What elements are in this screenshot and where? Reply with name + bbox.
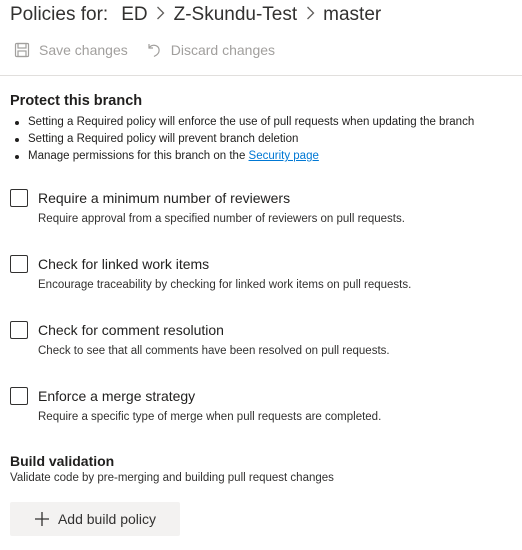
bullet-item: Manage permissions for this branch on th… — [10, 148, 474, 165]
save-changes-label: Save changes — [39, 42, 128, 58]
plus-icon — [34, 512, 49, 526]
bullet-text: Setting a Required policy will prevent b… — [28, 133, 299, 145]
bullet-item: Setting a Required policy will prevent b… — [10, 131, 474, 148]
discard-changes-label: Discard changes — [170, 42, 276, 58]
build-validation-heading: Build validation — [10, 453, 115, 469]
policy-description: Encourage traceability by checking for l… — [38, 279, 412, 291]
bullet-text: Setting a Required policy will enforce t… — [28, 116, 475, 128]
toolbar: Save changes Discard changes — [14, 42, 293, 58]
bullet-text: Manage permissions for this branch on th… — [28, 150, 249, 162]
policy-min-reviewers: Require a minimum number of reviewers Re… — [10, 187, 510, 225]
breadcrumb-project[interactable]: ED — [121, 4, 147, 26]
save-icon — [14, 42, 30, 58]
security-page-link[interactable]: Security page — [249, 150, 319, 162]
policy-checkbox[interactable] — [10, 255, 28, 273]
policy-label[interactable]: Require a minimum number of reviewers — [38, 190, 290, 206]
policy-label[interactable]: Check for linked work items — [38, 256, 209, 272]
protect-branch-bullets: Setting a Required policy will enforce t… — [10, 114, 474, 165]
build-validation-description: Validate code by pre-merging and buildin… — [10, 472, 334, 484]
add-build-policy-button[interactable]: Add build policy — [10, 502, 180, 536]
policy-description: Require approval from a specified number… — [38, 213, 405, 225]
breadcrumb-separator-icon — [154, 6, 168, 25]
branch-policies-page: Policies for: ED Z-Skundu-Test master Sa… — [0, 0, 522, 550]
add-build-policy-label: Add build policy — [57, 511, 157, 527]
breadcrumb-separator-icon — [303, 6, 317, 25]
page-title: Policies for: — [10, 4, 109, 25]
policy-description: Check to see that all comments have been… — [38, 345, 390, 357]
save-changes-button[interactable]: Save changes — [14, 42, 128, 58]
policy-label[interactable]: Enforce a merge strategy — [38, 388, 195, 404]
policy-checkbox[interactable] — [10, 387, 28, 405]
header-divider — [0, 75, 522, 76]
policy-checkbox[interactable] — [10, 189, 28, 207]
discard-changes-button[interactable]: Discard changes — [146, 42, 275, 58]
page-header: Policies for: ED Z-Skundu-Test master — [10, 4, 381, 26]
breadcrumb-branch[interactable]: master — [323, 4, 381, 26]
bullet-item: Setting a Required policy will enforce t… — [10, 114, 474, 131]
policy-comment-resolution: Check for comment resolution Check to se… — [10, 319, 510, 357]
policy-merge-strategy: Enforce a merge strategy Require a speci… — [10, 385, 510, 423]
policy-description: Require a specific type of merge when pu… — [38, 411, 382, 423]
policy-label[interactable]: Check for comment resolution — [38, 322, 224, 338]
policy-checkbox[interactable] — [10, 321, 28, 339]
policy-linked-work-items: Check for linked work items Encourage tr… — [10, 253, 510, 291]
breadcrumb-repository[interactable]: Z-Skundu-Test — [174, 4, 298, 26]
protect-branch-heading: Protect this branch — [10, 93, 143, 109]
undo-icon — [148, 44, 160, 58]
